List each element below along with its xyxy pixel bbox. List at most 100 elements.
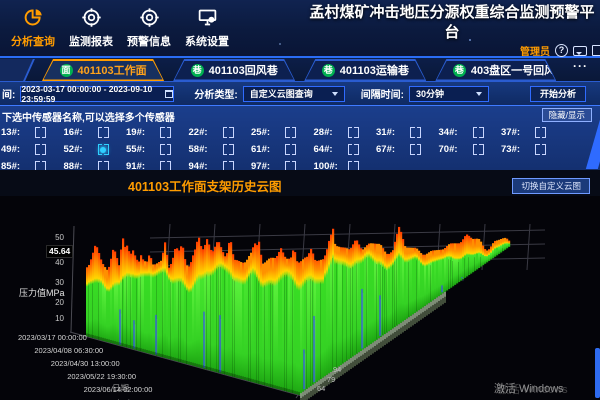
nav-item-3[interactable]: 系统设置 [178,7,236,49]
sensor-checkbox-85[interactable] [35,161,46,170]
message-icon[interactable] [573,46,587,56]
date-tick: 2023/06/14 02:00:00 [84,385,153,394]
sensor-label: 91#: [126,161,151,170]
peak-value-label: 45.64 [46,245,73,258]
sensor-checkbox-88[interactable] [98,161,109,170]
sensor-cell: 52#: [64,144,127,155]
switch-cloudmap-button[interactable]: 切换自定义云图 [512,178,590,194]
sensor-checkbox-94[interactable] [223,161,234,170]
sensor-checkbox-22[interactable] [223,127,234,138]
interval-select[interactable]: 30分钟 [409,86,489,102]
z-tick: 10 [38,314,64,323]
date-tick: 2023/05/22 19:30:00 [67,372,136,381]
sensor-label: 31#: [376,127,401,138]
z-axis-label: 压力值MPa [19,286,65,299]
sensor-checkbox-64[interactable] [348,144,359,155]
tab-0[interactable]: 面401103工作面 [42,59,164,81]
nav-item-2[interactable]: 预警信息 [120,7,178,49]
sensor-cell: 85#: [1,161,64,170]
target-icon [81,7,102,31]
sensor-hint: 下选中传感器名称,可以选择多个传感器 [2,109,175,124]
sensor-checkbox-91[interactable] [160,161,171,170]
more-tabs-button[interactable]: ··· [573,59,588,73]
sensor-label: 100#: [314,161,339,170]
sensor-label: 13#: [1,127,26,138]
time-label: 间: [2,86,15,101]
sensor-checkbox-34[interactable] [473,127,484,138]
sensor-tick: 64 [317,384,325,393]
sensor-label: 49#: [1,144,26,155]
sensor-cell: 58#: [189,144,252,155]
sensor-cell: 91#: [126,161,189,170]
sensor-cell: 70#: [439,144,502,155]
sensor-label: 85#: [1,161,26,170]
sensor-label: 94#: [189,161,214,170]
sensor-checkbox-37[interactable] [535,127,546,138]
screen-icon[interactable] [592,45,600,56]
scrollbar-fragment[interactable] [595,348,600,398]
z-tick: 50 [38,233,64,242]
sensor-grid: 13#:16#:19#:22#:25#:28#:31#:34#:37#:49#:… [1,125,600,170]
sensor-checkbox-73[interactable] [535,144,546,155]
pie-chart-icon [23,7,44,31]
nav-label: 系统设置 [185,33,229,49]
sensor-label: 22#: [189,127,214,138]
sensor-checkbox-70[interactable] [473,144,484,155]
tab-1[interactable]: 巷401103回风巷 [173,59,295,81]
nav-item-0[interactable]: 分析查询 [4,7,62,49]
sensor-checkbox-16[interactable] [98,127,109,138]
sensor-checkbox-49[interactable] [35,144,46,155]
tab-badge: 巷 [191,64,204,77]
sensor-row: 13#:16#:19#:22#:25#:28#:31#:34#:37#: [1,125,600,140]
sensor-checkbox-28[interactable] [348,127,359,138]
sensor-checkbox-31[interactable] [410,127,421,138]
sensor-checkbox-61[interactable] [285,144,296,155]
sensor-cell: 31#: [376,127,439,138]
sensor-label: 88#: [64,161,89,170]
hide-show-button[interactable]: 隐藏/显示 [542,108,592,122]
z-tick: 40 [38,258,64,267]
sensor-checkbox-52[interactable] [98,144,109,155]
sensor-label: 28#: [314,127,339,138]
user-row: 管理员 ? [520,43,600,58]
tab-3[interactable]: 巷403盘区一号回风 [435,59,556,81]
chart-plot-area: 5040302010 45.64 压力值MPa 日期 2023/03/17 00… [0,196,600,400]
sensor-tick: 94 [333,365,341,374]
sensor-checkbox-55[interactable] [160,144,171,155]
interval-value: 30分钟 [416,87,444,100]
sensor-cell: 34#: [439,127,502,138]
sensor-checkbox-13[interactable] [35,127,46,138]
header: 分析查询监测报表预警信息系统设置 孟村煤矿冲击地压分源权重综合监测预警平台 管理… [0,0,600,58]
sensor-cell: 100#: [314,161,377,170]
sensor-checkbox-100[interactable] [348,161,359,170]
date-tick: 2023/04/30 13:00:00 [51,359,120,368]
surface-3d-canvas[interactable] [0,196,600,400]
chevron-down-icon [476,92,482,96]
analysis-type-select[interactable]: 自定义云图查询 [243,86,345,102]
sensor-cell: 88#: [64,161,127,170]
sensor-checkbox-67[interactable] [410,144,421,155]
sensor-checkbox-97[interactable] [285,161,296,170]
nav-item-1[interactable]: 监测报表 [62,7,120,49]
help-icon[interactable]: ? [555,44,568,57]
sensor-cell: 55#: [126,144,189,155]
analysis-type-label: 分析类型: [194,86,237,101]
chart-title: 401103工作面支架历史云图 [128,176,282,195]
date-range-input[interactable]: 2023-03-17 00:00:00 - 2023-09-10 23:59:5… [20,86,174,102]
sensor-row: 49#:52#:55#:58#:61#:64#:67#:70#:73#: [1,142,600,157]
start-analysis-button[interactable]: 开始分析 [530,86,586,102]
sensor-checkbox-58[interactable] [223,144,234,155]
interval-label: 间隔时间: [361,86,404,101]
sensor-cell: 25#: [251,127,314,138]
tab-2[interactable]: 巷401103运输巷 [304,59,426,81]
z-tick: 20 [38,298,64,307]
sensor-cell: 67#: [376,144,439,155]
tab-label: 403盘区一号回风 [471,62,555,78]
chart-header: 401103工作面支架历史云图 切换自定义云图 [0,170,600,196]
sensor-cell: 13#: [1,127,64,138]
sensor-checkbox-19[interactable] [160,127,171,138]
date-tick: 2023/04/08 06:30:00 [34,346,103,355]
tab-badge: 面 [60,64,73,77]
filter-bar: 间: 2023-03-17 00:00:00 - 2023-09-10 23:5… [0,82,600,105]
sensor-checkbox-25[interactable] [285,127,296,138]
